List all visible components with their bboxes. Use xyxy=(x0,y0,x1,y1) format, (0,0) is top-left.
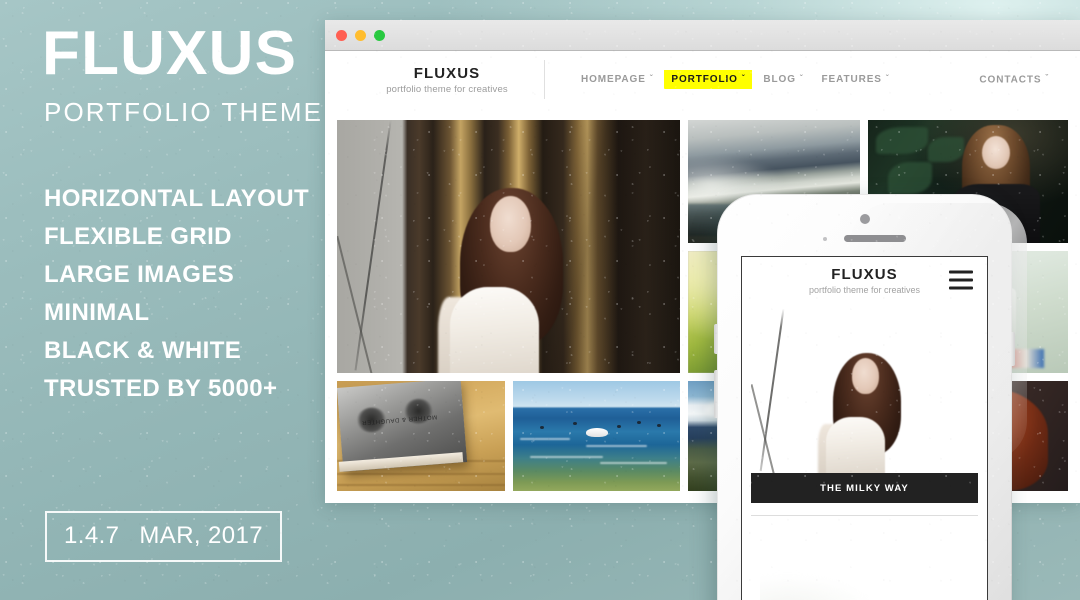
feature-item: BLACK & WHITE xyxy=(44,337,242,364)
phone-photo-caption: THE MILKY WAY xyxy=(751,473,978,503)
photo-sea-swimmers xyxy=(513,381,680,491)
version-badge: 1.4.7 MAR, 2017 xyxy=(45,511,283,562)
phone-site-logo-tagline: portfolio theme for creatives xyxy=(808,284,921,295)
phone-photo-misty-aerial xyxy=(760,525,969,600)
phone-volume-up-button[interactable] xyxy=(714,324,718,354)
feature-item: HORIZONTAL LAYOUT xyxy=(44,185,310,212)
release-date: MAR, 2017 xyxy=(139,522,264,549)
promo-left-panel: FLUXUS PORTFOLIO THEME HORIZONTAL LAYOUT… xyxy=(0,0,330,600)
feature-item: FLEXIBLE GRID xyxy=(44,223,232,250)
phone-gallery-item-milky-way[interactable]: THE MILKY WAY xyxy=(751,309,978,503)
version-number: 1.4.7 xyxy=(64,522,120,549)
nav-item-blog[interactable]: BLOG ˇ xyxy=(756,70,810,89)
main-navigation: HOMEPAGE ˇ PORTFOLIO ˇ BLOG ˇ FEATURES ˇ xyxy=(574,70,896,89)
phone-screen: FLUXUS portfolio theme for creatives THE… xyxy=(741,256,988,600)
chevron-down-icon: ˇ xyxy=(1045,73,1049,83)
nav-item-contacts[interactable]: CONTACTS ˇ xyxy=(972,70,1056,89)
phone-power-button[interactable] xyxy=(1011,332,1015,366)
nav-item-homepage[interactable]: HOMEPAGE ˇ xyxy=(574,70,660,89)
minimize-window-button[interactable] xyxy=(355,29,366,41)
feature-item: TRUSTED BY 5000+ xyxy=(44,375,278,402)
promo-banner: FLUXUS PORTFOLIO THEME HORIZONTAL LAYOUT… xyxy=(0,0,1080,600)
phone-site-header: FLUXUS portfolio theme for creatives xyxy=(742,257,987,303)
phone-gallery-item-misty-aerial[interactable] xyxy=(751,515,978,600)
gallery-item-book-on-wood[interactable]: MOTHER & DAUGHTER xyxy=(337,381,505,491)
gallery-item-sea-swimmers[interactable] xyxy=(513,381,680,491)
chevron-down-icon: ˇ xyxy=(885,73,890,83)
feature-item: LARGE IMAGES xyxy=(44,261,235,288)
header-divider xyxy=(544,60,545,99)
feature-item: MINIMAL xyxy=(44,299,150,326)
photo-milky-way xyxy=(337,120,680,373)
browser-titlebar xyxy=(325,20,1080,51)
site-logo-tagline: portfolio theme for creatives xyxy=(386,83,508,95)
site-header: FLUXUS portfolio theme for creatives HOM… xyxy=(325,51,1080,108)
phone-site-logo[interactable]: FLUXUS portfolio theme for creatives xyxy=(809,266,920,295)
chevron-down-icon: ˇ xyxy=(649,73,654,83)
phone-mockup: FLUXUS portfolio theme for creatives THE… xyxy=(714,194,1027,600)
nav-label: FEATURES xyxy=(821,74,882,85)
site-logo[interactable]: FLUXUS portfolio theme for creatives xyxy=(372,65,522,95)
feature-list: HORIZONTAL LAYOUT FLEXIBLE GRID LARGE IM… xyxy=(44,180,309,408)
nav-label: PORTFOLIO xyxy=(671,74,738,85)
chevron-down-icon: ˇ xyxy=(741,73,746,83)
nav-item-portfolio[interactable]: PORTFOLIO ˇ xyxy=(664,70,753,89)
page-title: FLUXUS xyxy=(42,19,298,88)
phone-site-logo-name: FLUXUS xyxy=(831,265,898,283)
site-logo-name: FLUXUS xyxy=(413,64,481,82)
hamburger-icon[interactable] xyxy=(949,270,973,290)
nav-label: BLOG xyxy=(763,74,796,85)
page-subtitle: PORTFOLIO THEME xyxy=(44,97,324,127)
phone-speaker-icon xyxy=(843,235,906,242)
photo-book-on-wood: MOTHER & DAUGHTER xyxy=(337,381,505,491)
close-window-button[interactable] xyxy=(336,29,347,41)
phone-camera-icon xyxy=(859,214,870,224)
phone-volume-down-button[interactable] xyxy=(714,370,718,418)
nav-label: CONTACTS xyxy=(979,74,1042,85)
nav-label: HOMEPAGE xyxy=(581,74,646,85)
chevron-down-icon: ˇ xyxy=(799,73,804,83)
maximize-window-button[interactable] xyxy=(374,29,385,41)
nav-item-features[interactable]: FEATURES ˇ xyxy=(814,70,896,89)
phone-photo-milky-way xyxy=(751,309,978,473)
gallery-item-milky-way[interactable] xyxy=(337,120,680,373)
